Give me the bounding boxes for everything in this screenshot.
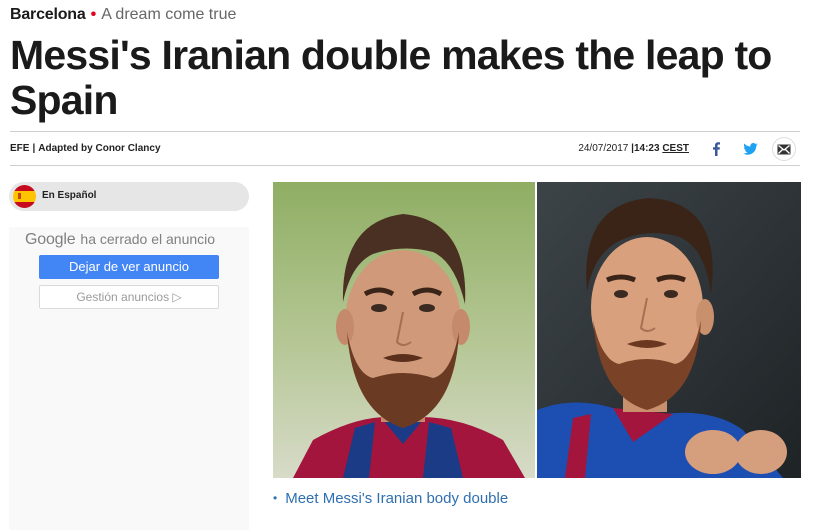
kicker-dot: • [90,6,97,23]
manage-ads-button[interactable]: Gestión anuncios ▷ [39,285,219,309]
byline: EFE | Adapted by Conor Clancy [10,143,161,154]
iranian-double-photo [273,182,535,478]
time-value: 14:23 [633,143,660,154]
byline-author: Adapted by Conor Clancy [38,143,161,154]
google-wordmark: Google [25,231,76,248]
article-kicker: Barcelona • A dream come true [10,5,236,25]
closed-ad-panel: Google ha cerrado el anuncio Dejar de ver… [9,227,249,530]
byline-source: EFE [10,143,30,154]
related-article-label: Meet Messi's Iranian body double [285,490,509,507]
email-icon [777,144,791,154]
messi-photo [537,182,801,478]
bullet-icon: • [273,491,278,505]
spanish-version-link[interactable]: En Español [9,182,249,211]
twitter-icon [742,143,758,155]
ad-closed-text: ha cerrado el anuncio [80,231,216,247]
page-title: Messi's Iranian double makes the leap to… [10,32,772,123]
timezone-value: CEST [662,143,689,154]
facebook-icon [713,142,720,156]
facebook-share-button[interactable] [704,137,728,161]
kicker-subtitle: A dream come true [101,6,237,23]
spanish-version-label: En Español [42,190,97,201]
date-value: 24/07/2017 [578,143,629,154]
section-link[interactable]: Barcelona [10,6,86,23]
related-article-link[interactable]: • Meet Messi's Iranian body double [273,490,508,507]
byline-bar: EFE | Adapted by Conor Clancy 24/07/2017 |… [10,131,800,166]
side-by-side-photo [273,182,801,478]
email-share-button[interactable] [772,137,796,161]
ad-closed-message: Google ha cerrado el anuncio [25,231,215,249]
stop-seeing-ad-button[interactable]: Dejar de ver anuncio [39,255,219,279]
twitter-share-button[interactable] [738,137,762,161]
publish-date: 24/07/2017 |14:23 CEST [578,143,689,154]
byline-separator: | [32,143,36,154]
spain-flag-icon [13,185,36,208]
